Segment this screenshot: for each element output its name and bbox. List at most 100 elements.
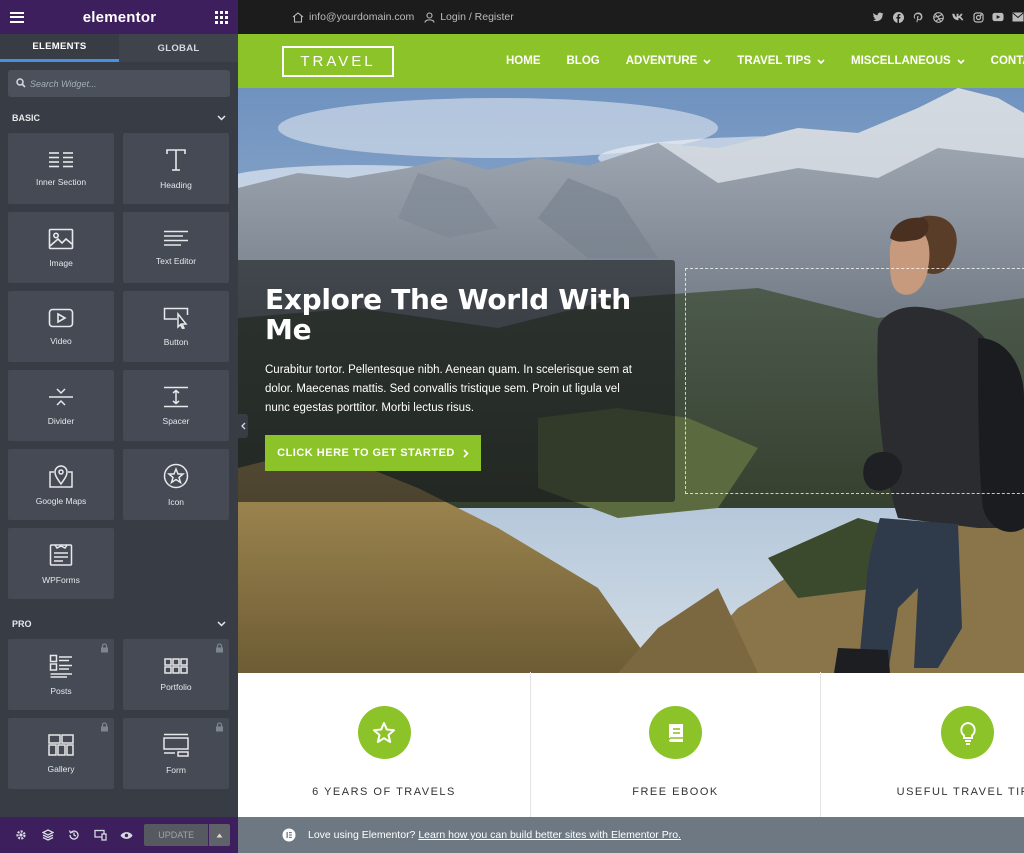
menu-item-miscellaneous[interactable]: MISCELLANEOUS: [851, 55, 965, 67]
elementor-editor: elementor ELEMENTS GLOBAL BASIC Inner Se…: [0, 0, 1024, 853]
settings-gear-icon[interactable]: [8, 829, 34, 841]
hero-text: Curabitur tortor. Pellentesque nibh. Aen…: [265, 364, 632, 414]
hero-section: Explore The World With Me Curabitur tort…: [238, 88, 1024, 673]
promo-text: Love using Elementor? Learn how you can …: [308, 829, 681, 841]
widget-inner-section[interactable]: Inner Section: [8, 133, 114, 204]
tab-elements[interactable]: ELEMENTS: [0, 34, 119, 62]
responsive-icon[interactable]: [87, 829, 113, 841]
preview-eye-icon[interactable]: [114, 831, 140, 840]
feature-icon-circle: [649, 706, 702, 759]
widget-search: [0, 62, 238, 103]
history-icon[interactable]: [61, 829, 87, 841]
topbar-email-text: info@yourdomain.com: [309, 11, 415, 23]
hamburger-menu-icon[interactable]: [10, 11, 24, 23]
widget-label: Form: [166, 764, 186, 775]
widget-portfolio[interactable]: Portfolio: [123, 639, 229, 710]
widget-video[interactable]: Video: [8, 291, 114, 362]
widget-posts[interactable]: Posts: [8, 639, 114, 710]
widget-image[interactable]: Image: [8, 212, 114, 283]
heading-icon: [166, 148, 186, 171]
widget-gallery[interactable]: Gallery: [8, 718, 114, 789]
menu-item-home[interactable]: HOME: [506, 55, 541, 67]
page-preview: info@yourdomain.com Login / Register TRA…: [238, 0, 1024, 853]
widget-label: Gallery: [47, 763, 75, 774]
chevron-down-icon: [217, 115, 226, 121]
elementor-logo: elementor: [82, 8, 157, 26]
menu-item-contact[interactable]: CONTACT: [991, 55, 1024, 67]
widget-google-maps[interactable]: Google Maps: [8, 449, 114, 520]
widget-label: Icon: [167, 496, 185, 507]
map-icon: [49, 464, 73, 488]
widgets-grid-icon[interactable]: [215, 10, 228, 24]
category-pro-header[interactable]: PRO: [0, 609, 238, 639]
widget-label: Inner Section: [35, 176, 87, 187]
menu-item-adventure[interactable]: ADVENTURE: [626, 55, 712, 67]
lightbulb-icon: [959, 721, 976, 745]
main-menu: HOME BLOG ADVENTURE TRAVEL TIPS MISCELLA…: [506, 34, 1024, 88]
widget-form[interactable]: Form: [123, 718, 229, 789]
elementor-pro-promo-bar: Love using Elementor? Learn how you can …: [238, 817, 1024, 853]
panel-footer: UPDATE: [0, 817, 238, 853]
youtube-icon[interactable]: [992, 11, 1004, 23]
widget-button[interactable]: Button: [123, 291, 229, 362]
star-circle-icon: [163, 463, 189, 488]
feature-title: FREE EBOOK: [632, 786, 719, 798]
star-icon: [373, 722, 395, 743]
feature-title: 6 YEARS OF TRAVELS: [312, 786, 456, 798]
facebook-icon[interactable]: [892, 11, 904, 23]
widget-wpforms[interactable]: WPForms: [8, 528, 114, 599]
menu-item-travel-tips[interactable]: TRAVEL TIPS: [737, 55, 825, 67]
basic-widgets-grid: Inner Section Heading Image Text Editor …: [0, 133, 238, 599]
menu-label: BLOG: [566, 55, 600, 67]
widget-label: Divider: [47, 415, 75, 426]
site-logo[interactable]: TRAVEL: [282, 46, 394, 77]
chevron-down-icon: [217, 621, 226, 627]
category-label: PRO: [12, 619, 32, 629]
instagram-icon[interactable]: [972, 11, 984, 23]
gallery-grid-icon: [48, 733, 74, 756]
topbar-email[interactable]: info@yourdomain.com: [292, 11, 414, 23]
layers-icon[interactable]: [34, 829, 60, 841]
search-input[interactable]: [30, 78, 230, 89]
vk-icon[interactable]: [952, 11, 964, 23]
widget-text-editor[interactable]: Text Editor: [123, 212, 229, 283]
hero-content-card: Explore The World With Me Curabitur tort…: [238, 260, 675, 502]
features-section: 6 YEARS OF TRAVELS FREE EBOOK USEFUL TRA…: [238, 672, 1024, 817]
menu-label: HOME: [506, 55, 541, 67]
empty-column-placeholder[interactable]: [685, 268, 1024, 494]
lock-icon: [216, 643, 223, 653]
topbar-login[interactable]: Login / Register: [424, 11, 514, 23]
lock-icon: [216, 722, 223, 732]
elementor-panel: elementor ELEMENTS GLOBAL BASIC Inner Se…: [0, 0, 238, 853]
menu-label: CONTACT: [990, 55, 1024, 67]
pinterest-icon[interactable]: [912, 11, 924, 23]
widget-label: Image: [49, 257, 73, 268]
portfolio-grid-icon: [164, 657, 188, 674]
panel-header: elementor: [0, 0, 238, 34]
email-icon[interactable]: [1012, 11, 1024, 23]
update-options-caret-icon[interactable]: [209, 824, 231, 846]
feature-years-of-travels: 6 YEARS OF TRAVELS: [238, 672, 531, 817]
widget-label: Portfolio: [160, 681, 192, 692]
image-icon: [48, 228, 74, 249]
panel-tabs: ELEMENTS GLOBAL: [0, 34, 238, 62]
collapse-panel-handle[interactable]: [238, 414, 248, 438]
topbar-contact: info@yourdomain.com Login / Register: [292, 11, 514, 23]
feature-icon-circle: [941, 706, 994, 759]
widget-heading[interactable]: Heading: [123, 133, 229, 204]
category-basic-header[interactable]: BASIC: [0, 103, 238, 133]
get-started-button[interactable]: CLICK HERE TO GET STARTED: [265, 435, 481, 471]
dribbble-icon[interactable]: [932, 11, 944, 23]
text-align-icon: [164, 230, 188, 246]
feature-title: USEFUL TRAVEL TIPS: [896, 786, 1024, 798]
widget-spacer[interactable]: Spacer: [123, 370, 229, 441]
promo-link[interactable]: Learn how you can build better sites wit…: [418, 829, 681, 841]
promo-question: Love using Elementor?: [308, 829, 416, 841]
tab-global[interactable]: GLOBAL: [119, 34, 238, 62]
widget-icon[interactable]: Icon: [123, 449, 229, 520]
menu-item-blog[interactable]: BLOG: [567, 55, 600, 67]
menu-label: MISCELLANEOUS: [851, 55, 951, 67]
widget-divider[interactable]: Divider: [8, 370, 114, 441]
update-button[interactable]: UPDATE: [144, 824, 209, 846]
twitter-icon[interactable]: [872, 11, 884, 23]
